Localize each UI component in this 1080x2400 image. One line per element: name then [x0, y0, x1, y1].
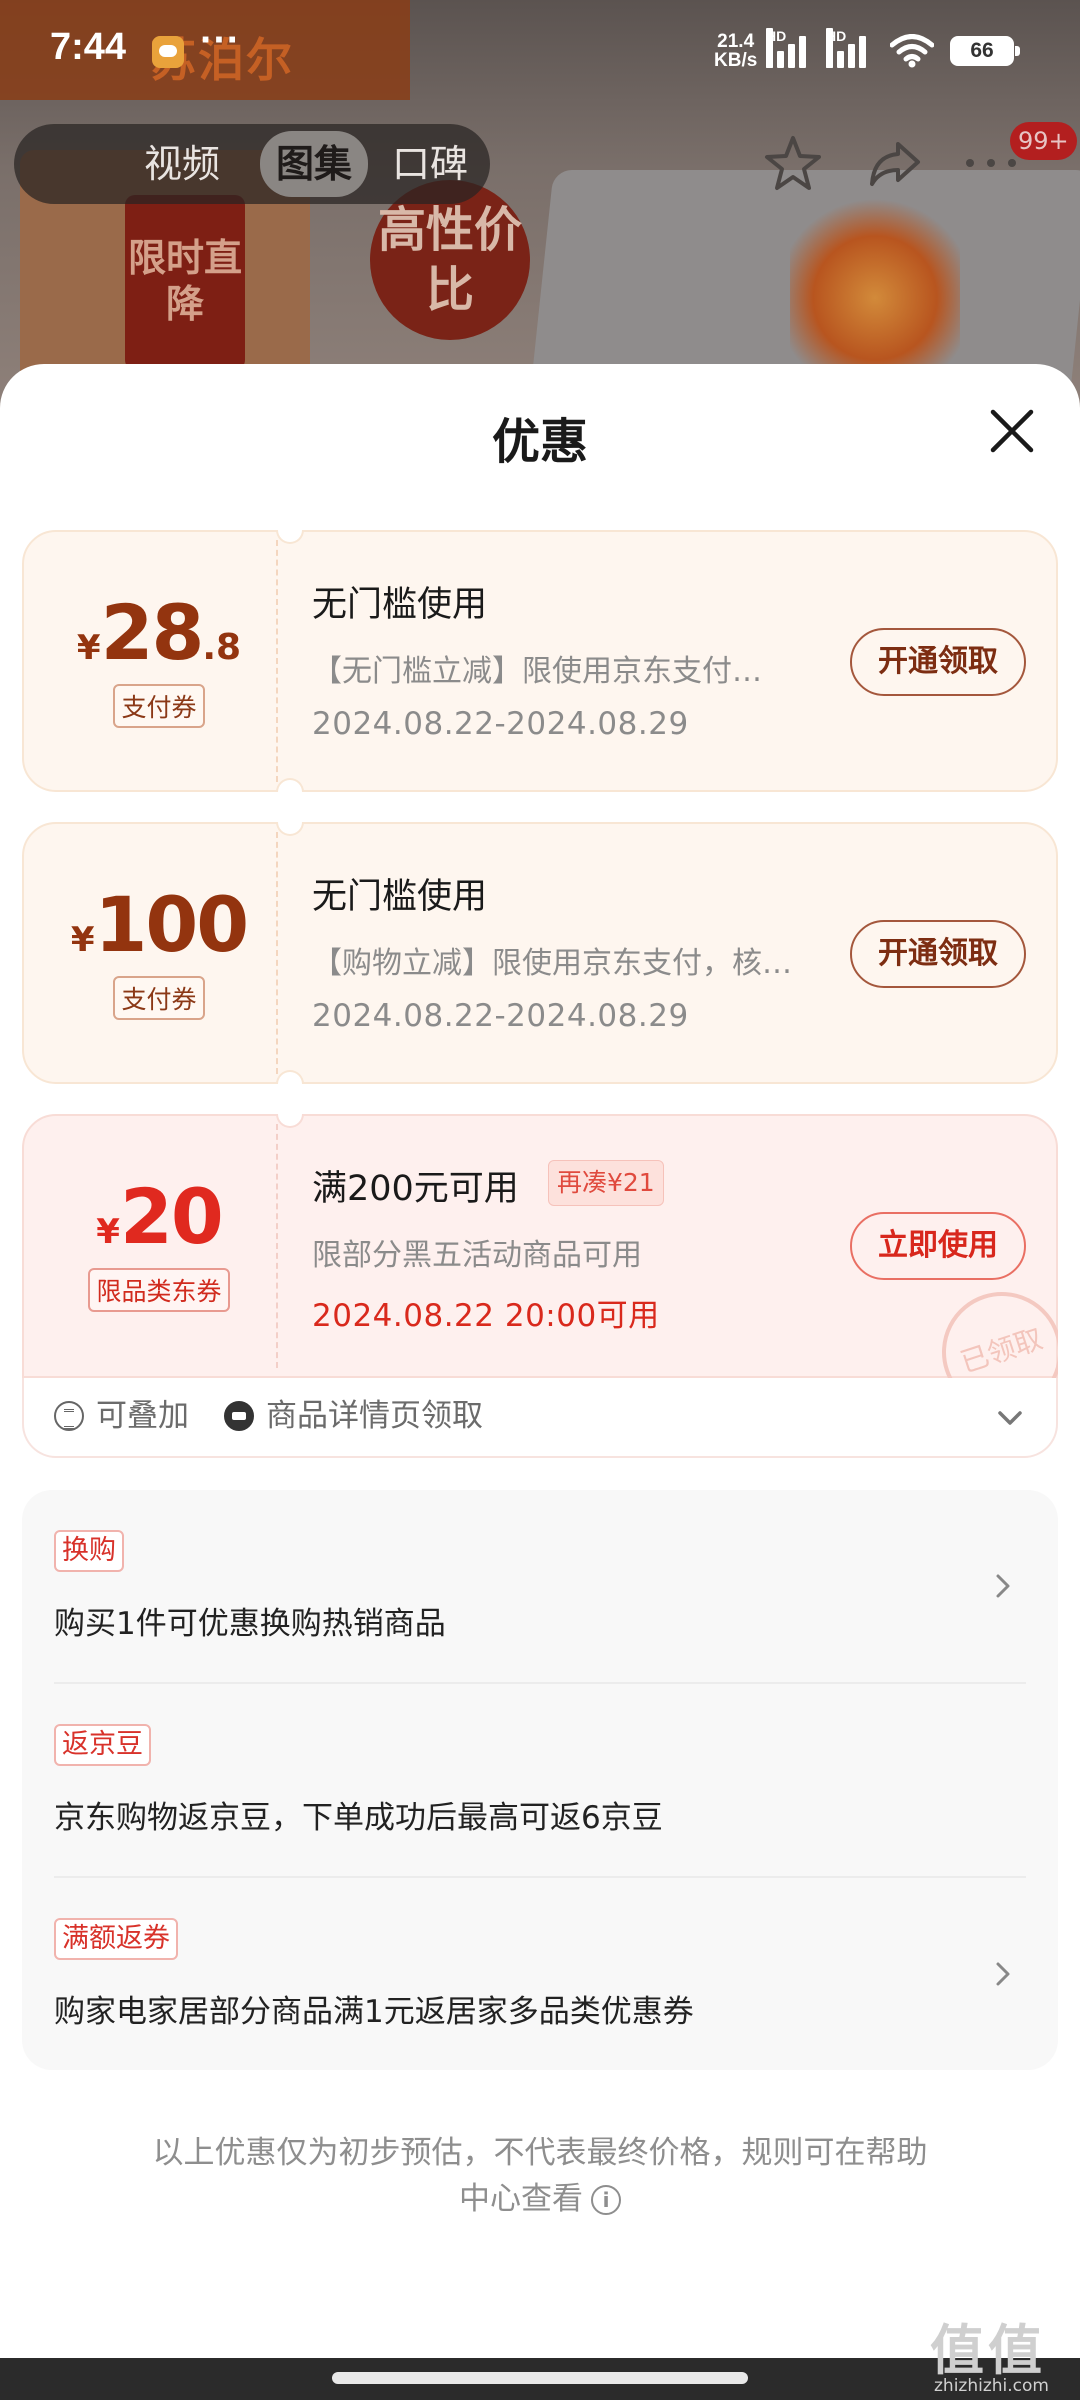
- coupon-description: 【购物立减】限使用京东支付，核…: [312, 946, 792, 981]
- coupon-notch-top: [276, 530, 304, 544]
- remaining-amount-badge: 再凑¥21: [548, 1160, 664, 1206]
- promotion-text: 购买1件可优惠换购热销商品: [54, 1606, 446, 1642]
- activate-claim-button[interactable]: 开通领取: [850, 920, 1026, 988]
- coupon-validity: 2024.08.22-2024.08.29: [312, 706, 689, 742]
- coupon-card: ¥28.8 支付券 无门槛使用 【无门槛立减】限使用京东支付… 2024.08.…: [22, 530, 1058, 792]
- limited-drop-badge: 限时直降: [125, 195, 245, 370]
- home-indicator[interactable]: [332, 2372, 748, 2384]
- amount-decimal: .8: [202, 627, 242, 668]
- coupon-type-tag: 支付券: [24, 976, 294, 1020]
- help-center-text[interactable]: 中心查看: [459, 2181, 583, 2217]
- activate-claim-button[interactable]: 开通领取: [850, 628, 1026, 696]
- coupon-notch-top: [276, 1114, 304, 1128]
- amount-integer: 28: [100, 588, 205, 677]
- promotion-text: 京东购物返京豆，下单成功后最高可返6京豆: [54, 1800, 663, 1836]
- coupon-type-label: 支付券: [113, 684, 205, 728]
- tab-reviews[interactable]: 口碑: [392, 124, 468, 204]
- currency-symbol: ¥: [76, 628, 101, 668]
- media-tabs: 视频 图集 口碑: [14, 124, 490, 204]
- stackable-icon: [54, 1401, 84, 1431]
- more-notifications-icon: ···: [200, 18, 240, 62]
- network-speed-value: 21.4: [717, 31, 755, 52]
- currency-symbol: ¥: [70, 920, 95, 960]
- promotion-tag: 换购: [54, 1530, 124, 1572]
- coupon-card: ¥100 支付券 无门槛使用 【购物立减】限使用京东支付，核… 2024.08.…: [22, 822, 1058, 1084]
- fire-decoration: [790, 190, 960, 370]
- status-bar: 7:44 ··· 21.4 KB/s HD HD 66: [0, 0, 1080, 100]
- amount-integer: 20: [119, 1172, 224, 1261]
- coupon-title: 无门槛使用: [312, 877, 488, 917]
- coupon-title: 无门槛使用: [312, 585, 488, 625]
- promotion-text: 购家电家居部分商品满1元返居家多品类优惠券: [54, 1994, 694, 2030]
- stackable-info: 可叠加: [54, 1392, 189, 1440]
- notification-count-badge: 99+: [1010, 122, 1077, 160]
- coupon-notch-top: [276, 822, 304, 836]
- tab-video[interactable]: 视频: [144, 124, 220, 204]
- coupon-notch-bottom: [276, 1070, 304, 1084]
- promotion-item-coupon-return[interactable]: 满额返券 购家电家居部分商品满1元返居家多品类优惠券: [54, 1878, 1026, 2072]
- coupon-validity: 2024.08.22-2024.08.29: [312, 998, 689, 1034]
- coupon-footer: 可叠加 商品详情页领取: [22, 1378, 1058, 1458]
- battery-indicator: 66: [950, 36, 1020, 66]
- currency-symbol: ¥: [96, 1212, 120, 1252]
- disclaimer-line-1: 以上优惠仅为初步预估，不代表最终价格，规则可在帮助: [152, 2135, 928, 2171]
- info-icon[interactable]: i: [591, 2185, 621, 2215]
- coupon-amount: ¥28.8: [34, 588, 284, 677]
- close-icon[interactable]: [985, 404, 1039, 458]
- signal-sim2-icon: HD: [826, 28, 876, 68]
- coupon-type-label: 限品类东券: [88, 1268, 230, 1312]
- stackable-label: 可叠加: [96, 1398, 189, 1434]
- amount-integer: 100: [94, 880, 250, 969]
- use-now-button[interactable]: 立即使用: [850, 1212, 1026, 1280]
- share-icon[interactable]: [862, 130, 928, 196]
- coupon-type-label: 支付券: [113, 976, 205, 1020]
- coupon-type-tag: 支付券: [24, 684, 294, 728]
- watermark-url: zhizhizhi.com: [934, 2376, 1049, 2396]
- claimed-stamp-text: 已领取: [928, 1286, 1058, 1378]
- value-badge: 高性价比: [370, 180, 530, 340]
- status-time: 7:44: [50, 26, 127, 68]
- claim-source-info: 商品详情页领取: [224, 1392, 483, 1440]
- coupon-notch-bottom: [276, 778, 304, 792]
- network-speed: 21.4 KB/s: [714, 32, 757, 70]
- promotion-tag: 返京豆: [54, 1724, 151, 1766]
- disclaimer: 以上优惠仅为初步预估，不代表最终价格，规则可在帮助 中心查看 i: [110, 2130, 970, 2222]
- message-notification-icon: [152, 36, 184, 68]
- disclaimer-line-2: 中心查看 i: [110, 2176, 970, 2222]
- network-speed-unit: KB/s: [714, 50, 758, 71]
- wifi-icon: [890, 34, 934, 68]
- ticket-icon: [224, 1401, 254, 1431]
- coupon-description: 限部分黑五活动商品可用: [312, 1238, 642, 1273]
- tab-gallery[interactable]: 图集: [260, 131, 369, 197]
- coupon-description: 【无门槛立减】限使用京东支付…: [312, 654, 762, 689]
- coupon-card: ¥20 限品类东券 满200元可用 再凑¥21 限部分黑五活动商品可用 2024…: [22, 1114, 1058, 1378]
- promotion-item-tradein[interactable]: 换购 购买1件可优惠换购热销商品: [54, 1490, 1026, 1684]
- claimed-stamp: 已领取: [928, 1286, 1058, 1378]
- coupon-amount: ¥100: [34, 880, 284, 969]
- promotions-panel: 换购 购买1件可优惠换购热销商品 返京豆 京东购物返京豆，下单成功后最高可返6京…: [22, 1490, 1058, 2070]
- chevron-right-icon: [996, 1574, 1010, 1598]
- claim-source-label: 商品详情页领取: [266, 1398, 483, 1434]
- coupon-type-tag: 限品类东券: [24, 1268, 294, 1312]
- favorite-star-icon[interactable]: [760, 130, 826, 196]
- coupon-title: 满200元可用: [312, 1169, 519, 1209]
- signal-sim1-icon: HD: [766, 28, 816, 68]
- promotion-tag: 满额返券: [54, 1918, 178, 1960]
- promotion-item-jingdou: 返京豆 京东购物返京豆，下单成功后最高可返6京豆: [54, 1684, 1026, 1878]
- chevron-right-icon: [996, 1962, 1010, 1986]
- chevron-down-icon[interactable]: [992, 1400, 1028, 1436]
- coupon-amount: ¥20: [34, 1172, 284, 1261]
- coupon-validity: 2024.08.22 20:00可用: [312, 1298, 660, 1334]
- sheet-title: 优惠: [491, 414, 588, 470]
